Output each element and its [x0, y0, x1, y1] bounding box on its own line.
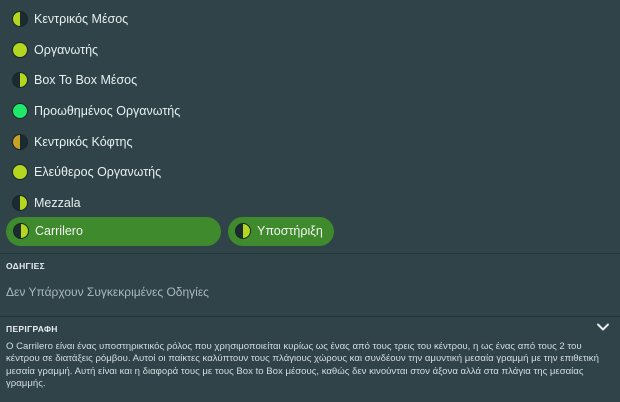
duty-suitability-icon: [235, 223, 251, 239]
role-label: Κεντρικός Κόφτης: [34, 134, 133, 149]
role-item-playmaker[interactable]: Οργανωτής: [6, 35, 614, 66]
role-suitability-icon: [13, 223, 29, 239]
selected-role-label: Carrilero: [35, 224, 83, 238]
role-label: Οργανωτής: [34, 42, 99, 57]
role-suitability-icon: [12, 72, 28, 89]
selected-duty-label: Υποστήριξη: [257, 224, 323, 238]
role-label: Κεντρικός Μέσος: [34, 12, 129, 27]
role-item-advanced-playmaker[interactable]: Προωθημένος Οργανωτής: [6, 96, 614, 127]
instructions-heading: ΟΔΗΓΙΕΣ: [6, 261, 45, 271]
selected-role-button[interactable]: Carrilero: [6, 216, 221, 246]
role-label: Ελεύθερος Οργανωτής: [34, 165, 162, 180]
selected-duty-button[interactable]: Υποστήριξη: [228, 216, 334, 246]
chevron-down-icon[interactable]: [596, 320, 610, 334]
role-list: Κεντρικός Μέσος Οργανωτής Box To Box Μέσ…: [6, 4, 614, 218]
role-suitability-icon: [12, 194, 28, 211]
instructions-text: Δεν Υπάρχουν Συγκεκριμένες Οδηγίες: [6, 285, 209, 299]
role-suitability-icon: [12, 164, 28, 181]
role-item-roaming-playmaker[interactable]: Ελεύθερος Οργανωτής: [6, 157, 614, 188]
role-item-mezzala[interactable]: Mezzala: [6, 188, 614, 219]
description-heading: ΠΕΡΙΓΡΑΦΗ: [6, 324, 58, 334]
role-suitability-icon: [12, 41, 28, 58]
role-item-ball-winning[interactable]: Κεντρικός Κόφτης: [6, 126, 614, 157]
divider: [0, 253, 620, 254]
divider: [0, 316, 620, 317]
selected-role-row: Carrilero Υποστήριξη: [6, 216, 614, 246]
role-label: Box To Box Μέσος: [34, 73, 138, 88]
role-item-central-midfielder[interactable]: Κεντρικός Μέσος: [6, 4, 614, 35]
description-text: Ο Carrilero είναι ένας υποστηρικτικός ρό…: [6, 341, 599, 389]
role-suitability-icon: [12, 11, 28, 28]
role-label: Mezzala: [34, 195, 81, 210]
role-item-box-to-box[interactable]: Box To Box Μέσος: [6, 65, 614, 96]
role-label: Προωθημένος Οργανωτής: [34, 104, 181, 119]
role-suitability-icon: [12, 133, 28, 150]
role-suitability-icon: [12, 103, 28, 120]
